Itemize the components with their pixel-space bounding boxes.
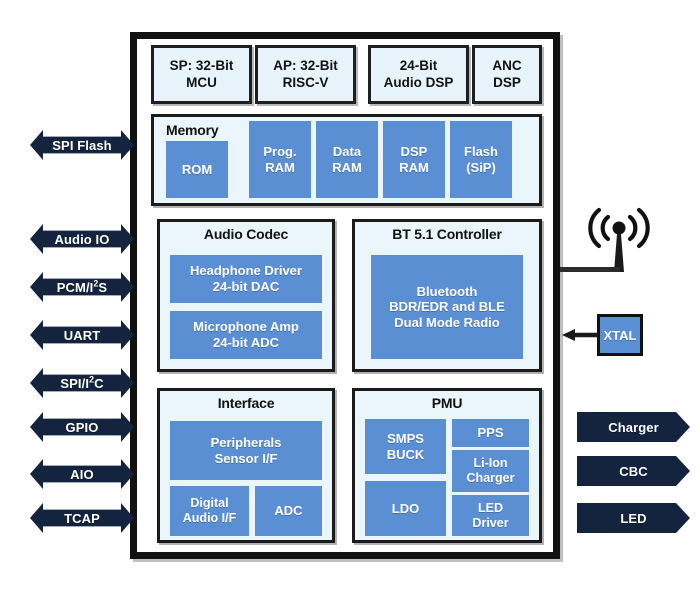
port-arrow-spi-flash[interactable]: SPI Flash xyxy=(30,130,134,160)
cpu-cell-line2: DSP xyxy=(493,74,521,90)
block-line1: PPS xyxy=(477,425,504,441)
cpu-cell-anc-dsp[interactable]: ANC DSP xyxy=(472,45,542,104)
audio-codec-panel-title: Audio Codec xyxy=(203,226,289,242)
block-diagram-canvas: SP: 32-Bit MCU AP: 32-Bit RISC-V 24-Bit … xyxy=(0,0,700,591)
memory-block-line1: Prog. xyxy=(263,143,297,159)
interface-panel-title: Interface xyxy=(217,395,275,411)
pmu-block-smps-buck[interactable]: SMPS BUCK xyxy=(365,419,446,474)
block-line1: ADC xyxy=(274,503,303,519)
block-line2: BUCK xyxy=(386,446,425,462)
port-arrow-aio[interactable]: AIO xyxy=(30,459,134,489)
xtal-label: XTAL xyxy=(603,327,637,343)
block-line1: Bluetooth xyxy=(416,283,478,299)
memory-block-data-ram[interactable]: Data RAM xyxy=(316,121,378,198)
block-line2: 24-bit DAC xyxy=(212,279,280,294)
memory-block-prog-ram[interactable]: Prog. RAM xyxy=(249,121,311,198)
block-line2: Sensor I/F xyxy=(214,450,278,466)
block-line2: Audio I/F xyxy=(182,511,237,525)
cpu-cell-line1: AP: 32-Bit xyxy=(273,58,338,74)
memory-block-line1: Flash xyxy=(464,143,498,159)
memory-block-line1: DSP xyxy=(400,143,428,159)
block-line1: Headphone Driver xyxy=(190,263,302,279)
pmu-block-ldo[interactable]: LDO xyxy=(365,481,446,536)
pmu-block-led-driver[interactable]: LED Driver xyxy=(452,495,529,536)
interface-block-adc[interactable]: ADC xyxy=(255,486,322,536)
block-line1: LDO xyxy=(391,500,420,516)
block-line2: Charger xyxy=(466,471,515,485)
port-label: AIO xyxy=(70,466,94,482)
xtal-arrow-icon xyxy=(562,329,598,341)
port-label: UART xyxy=(63,327,101,343)
block-line2: 24-bit ADC xyxy=(213,335,279,350)
memory-block-dsp-ram[interactable]: DSP RAM xyxy=(383,121,445,198)
cpu-cell-sp-mcu[interactable]: SP: 32-Bit MCU xyxy=(151,45,252,104)
pmu-block-pps[interactable]: PPS xyxy=(452,419,529,447)
memory-block-label: ROM xyxy=(181,161,213,177)
block-line2: BDR/EDR and BLE xyxy=(389,299,505,315)
cpu-cell-ap-riscv[interactable]: AP: 32-Bit RISC-V xyxy=(255,45,356,104)
cpu-cell-audio-dsp[interactable]: 24-Bit Audio DSP xyxy=(368,45,469,104)
block-line1: LED xyxy=(478,500,503,515)
port-label: GPIO xyxy=(65,419,99,435)
memory-block-line2: RAM xyxy=(399,159,429,175)
port-arrow-charger[interactable]: Charger xyxy=(577,412,690,442)
memory-block-line2: RAM xyxy=(265,159,295,175)
port-label: CBC xyxy=(619,463,648,479)
cpu-cell-line2: RISC-V xyxy=(282,74,329,90)
pmu-panel-title: PMU xyxy=(431,395,463,411)
port-arrow-spi-i2c[interactable]: SPI/I2C xyxy=(30,368,134,398)
port-arrow-led[interactable]: LED xyxy=(577,503,690,533)
port-arrow-cbc[interactable]: CBC xyxy=(577,456,690,486)
port-arrow-uart[interactable]: UART xyxy=(30,320,134,350)
port-arrow-audio-io[interactable]: Audio IO xyxy=(30,224,134,254)
port-label: LED xyxy=(620,510,647,526)
cpu-cell-line1: 24-Bit xyxy=(399,58,438,74)
interface-block-peripherals-sensor[interactable]: Peripherals Sensor I/F xyxy=(170,421,322,480)
port-arrow-pcm-i2s[interactable]: PCM/I2S xyxy=(30,272,134,302)
port-arrow-tcap[interactable]: TCAP xyxy=(30,503,134,533)
memory-block-line1: Data xyxy=(332,143,362,159)
memory-block-line2: RAM xyxy=(332,159,362,175)
port-label: Charger xyxy=(608,419,659,435)
antenna-feed-line xyxy=(560,267,620,272)
cpu-cell-line1: ANC xyxy=(492,58,522,74)
block-line2: Driver xyxy=(472,515,509,530)
block-line1: Li-Ion xyxy=(473,456,508,470)
bt-controller-panel-title: BT 5.1 Controller xyxy=(392,226,502,242)
cpu-cell-line2: MCU xyxy=(186,74,217,90)
memory-block-flash-sip[interactable]: Flash (SiP) xyxy=(450,121,512,198)
block-line1: SMPS xyxy=(387,430,424,446)
cpu-cell-line1: SP: 32-Bit xyxy=(169,58,234,74)
pmu-block-liion-charger[interactable]: Li-Ion Charger xyxy=(452,450,529,492)
port-label: TCAP xyxy=(64,510,100,526)
memory-block-rom[interactable]: ROM xyxy=(166,141,228,198)
port-label: PCM/I2S xyxy=(56,278,108,295)
port-label: Audio IO xyxy=(54,231,110,247)
block-line1: Peripherals xyxy=(210,434,282,450)
port-label: SPI Flash xyxy=(52,137,112,153)
audio-codec-block-microphone-adc[interactable]: Microphone Amp 24-bit ADC xyxy=(170,311,322,359)
port-arrow-gpio[interactable]: GPIO xyxy=(30,412,134,442)
block-line3: Dual Mode Radio xyxy=(394,314,500,330)
bt-controller-block-radio[interactable]: Bluetooth BDR/EDR and BLE Dual Mode Radi… xyxy=(371,255,523,359)
block-line1: Microphone Amp xyxy=(193,319,299,335)
audio-codec-block-headphone-dac[interactable]: Headphone Driver 24-bit DAC xyxy=(170,255,322,303)
xtal-box[interactable]: XTAL xyxy=(597,314,643,356)
cpu-cell-line2: Audio DSP xyxy=(383,74,454,90)
port-label: SPI/I2C xyxy=(60,374,104,391)
memory-block-line2: (SiP) xyxy=(466,159,496,175)
block-line1: Digital xyxy=(190,496,229,510)
interface-block-digital-audio-if[interactable]: Digital Audio I/F xyxy=(170,486,249,536)
